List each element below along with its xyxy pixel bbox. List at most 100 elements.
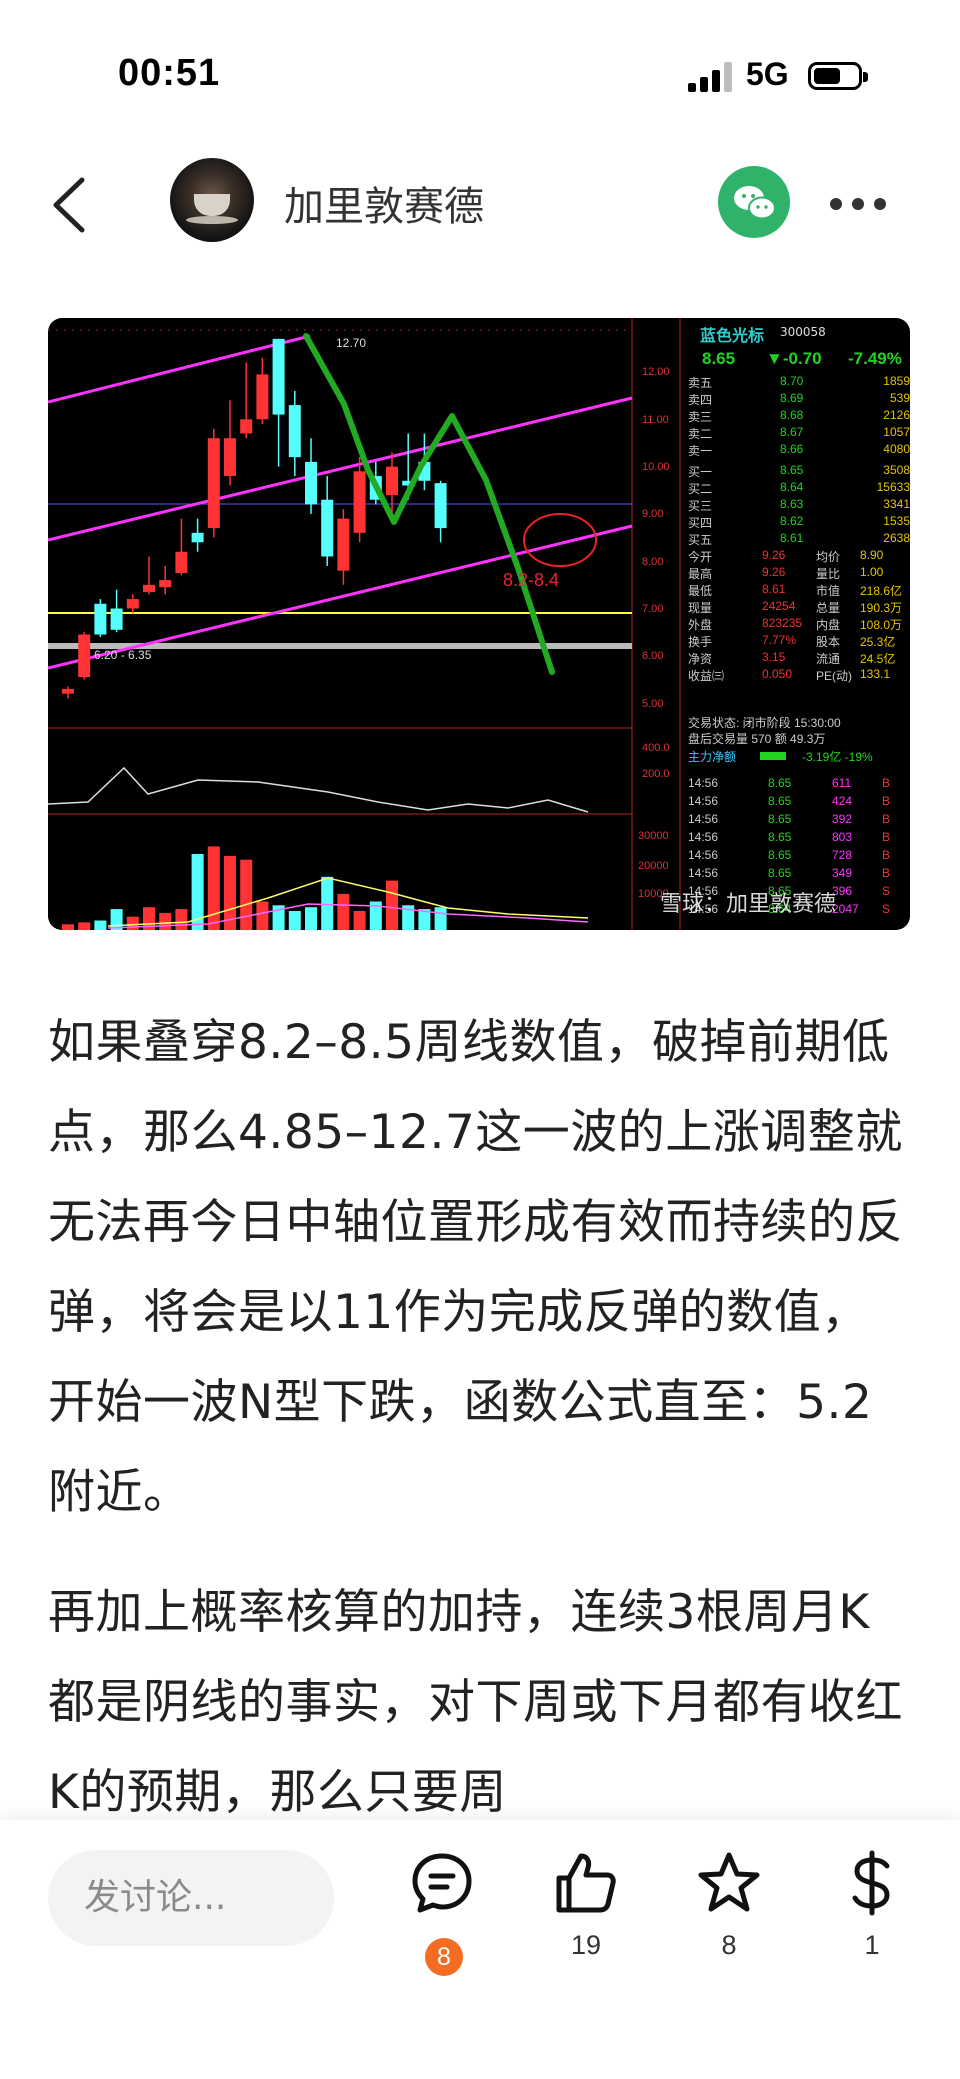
comment-count-badge: 8 bbox=[425, 1938, 463, 1976]
volume-bar bbox=[434, 907, 447, 930]
tick-time: 14:56 bbox=[688, 830, 719, 844]
stat-label: 流通 bbox=[816, 652, 841, 666]
tick-price: 8.65 bbox=[768, 776, 792, 790]
like-button[interactable]: 19 bbox=[536, 1850, 636, 1990]
tick-volume: 424 bbox=[832, 794, 853, 808]
order-book-row: 卖三 8.68 2126 bbox=[684, 408, 910, 425]
tick-time: 14:56 bbox=[688, 776, 719, 790]
article-body: 如果叠穿8.2–8.5周线数值，破掉前期低点，那么4.85–12.7这一波的上涨… bbox=[48, 998, 914, 1838]
candle-body bbox=[386, 466, 398, 495]
stat-label: 今开 bbox=[688, 550, 713, 564]
order-volume: 2638 bbox=[883, 531, 910, 545]
stat-value: 823235 bbox=[762, 616, 803, 630]
article-paragraph: 再加上概率核算的加持，连续3根周月K都是阴线的事实，对下周或下月都有收红K的预期… bbox=[48, 1585, 903, 1820]
author-avatar[interactable] bbox=[170, 158, 254, 242]
tick-side: B bbox=[882, 812, 891, 826]
order-price: 8.67 bbox=[780, 425, 804, 439]
candle-body bbox=[288, 405, 301, 458]
chevron-left-icon bbox=[53, 177, 85, 233]
price-change: ▼-0.70 bbox=[766, 349, 822, 368]
quote-stat-row: 外盘 823235 内盘 108.0万 bbox=[684, 616, 910, 633]
tick-price: 8.65 bbox=[768, 794, 792, 808]
back-button[interactable] bbox=[44, 172, 104, 238]
comment-input[interactable] bbox=[48, 1850, 334, 1946]
candle-body bbox=[175, 551, 188, 574]
volume-axis-label: 20000 bbox=[638, 860, 669, 872]
order-book-row: 卖五 8.70 1859 bbox=[684, 374, 910, 391]
tick-price: 8.65 bbox=[768, 866, 792, 880]
tick-side: S bbox=[882, 902, 891, 916]
tick-time: 14:56 bbox=[688, 866, 719, 880]
volume-bar bbox=[62, 924, 74, 930]
stat-label: 市值 bbox=[816, 584, 841, 598]
comment-button[interactable]: 8 bbox=[392, 1850, 492, 1990]
stat-label: 股本 bbox=[816, 635, 841, 649]
candle-body bbox=[143, 584, 155, 592]
order-book-row: 买四 8.62 1535 bbox=[684, 514, 910, 531]
order-price: 8.61 bbox=[780, 531, 804, 545]
stat-label: 量比 bbox=[816, 567, 841, 581]
quote-stat-row: 净资 3.15 流通 24.5亿 bbox=[684, 650, 910, 667]
watermark: 雪球：加里敦赛德 bbox=[660, 892, 837, 917]
stat-value: 108.0万 bbox=[860, 618, 903, 632]
tick-price: 8.65 bbox=[768, 830, 792, 844]
candle-body bbox=[240, 419, 253, 434]
candle-body bbox=[337, 518, 350, 571]
price-change-percent: -7.49% bbox=[848, 349, 902, 368]
top-price-marker: 12.70 bbox=[336, 336, 367, 350]
stat-value: 24.5亿 bbox=[860, 652, 896, 666]
candle-body bbox=[62, 688, 74, 694]
indicator-axis-label: 200.0 bbox=[642, 768, 670, 780]
order-book-row: 卖一 8.66 4080 bbox=[684, 442, 910, 459]
wechat-share-button[interactable] bbox=[718, 166, 790, 238]
stat-label: 净资 bbox=[688, 652, 713, 666]
y-axis-label: 10.00 bbox=[642, 461, 670, 473]
order-volume: 1057 bbox=[883, 425, 910, 439]
stat-label: 均价 bbox=[816, 550, 841, 564]
tick-side: B bbox=[882, 866, 891, 880]
status-bar: 00:51 5G bbox=[0, 0, 960, 150]
star-icon bbox=[698, 1852, 760, 1912]
thumbs-up-icon bbox=[556, 1853, 616, 1913]
y-axis-label: 7.00 bbox=[642, 603, 664, 615]
volume-bar bbox=[386, 880, 398, 930]
stat-label: PE(动) bbox=[816, 669, 853, 683]
main-fund-flow: 主力净额 -3.19亿 -19% bbox=[688, 750, 873, 764]
y-axis-label: 5.00 bbox=[642, 698, 664, 710]
signal-strength-icon bbox=[688, 62, 732, 92]
stat-label: 现量 bbox=[688, 601, 713, 615]
tick-row: 14:56 8.65 392 B bbox=[684, 812, 910, 829]
stat-label: 最高 bbox=[688, 567, 713, 581]
stat-label: 换手 bbox=[688, 635, 713, 649]
order-level-label: 买四 bbox=[688, 516, 713, 530]
more-options-button[interactable] bbox=[830, 184, 890, 224]
tick-volume: 349 bbox=[832, 866, 853, 880]
after-hours-volume: 盘后交易量 570 额 49.3万 bbox=[688, 732, 826, 746]
order-level-label: 卖三 bbox=[688, 410, 713, 424]
stock-chart-image[interactable]: 12.70 6.20 - 6.35 8.2-8.4 12.00 11.00 10… bbox=[48, 318, 910, 930]
order-price: 8.66 bbox=[780, 442, 804, 456]
stat-value: 9.26 bbox=[762, 548, 786, 562]
order-volume: 15633 bbox=[876, 480, 910, 494]
stat-value: 8.90 bbox=[860, 548, 884, 562]
order-book-row: 卖二 8.67 1057 bbox=[684, 425, 910, 442]
favorite-button[interactable]: 8 bbox=[679, 1850, 779, 1990]
reward-button[interactable]: 1 bbox=[822, 1850, 922, 1990]
tick-row: 14:56 8.65 349 B bbox=[684, 866, 910, 883]
y-axis-label: 8.00 bbox=[642, 556, 664, 568]
comment-icon bbox=[412, 1853, 472, 1913]
tick-row: 14:56 8.65 728 B bbox=[684, 848, 910, 865]
author-name[interactable]: 加里敦赛德 bbox=[284, 174, 484, 232]
tick-price: 8.65 bbox=[768, 848, 792, 862]
candle-body bbox=[207, 438, 220, 529]
tick-time: 14:56 bbox=[688, 794, 719, 808]
order-price: 8.68 bbox=[780, 408, 804, 422]
quote-stat-row: 最低 8.61 市值 218.6亿 bbox=[684, 582, 910, 599]
favorite-count: 8 bbox=[721, 1930, 737, 1960]
more-dots-icon bbox=[830, 198, 842, 210]
order-level-label: 卖五 bbox=[688, 376, 713, 390]
order-book-row: 卖四 8.69 539 bbox=[684, 391, 910, 408]
stock-name: 蓝色光标 bbox=[700, 326, 765, 345]
candle-body bbox=[159, 580, 172, 588]
quote-stat-row: 收益㈢ 0.050 PE(动) 133.1 bbox=[684, 667, 910, 684]
